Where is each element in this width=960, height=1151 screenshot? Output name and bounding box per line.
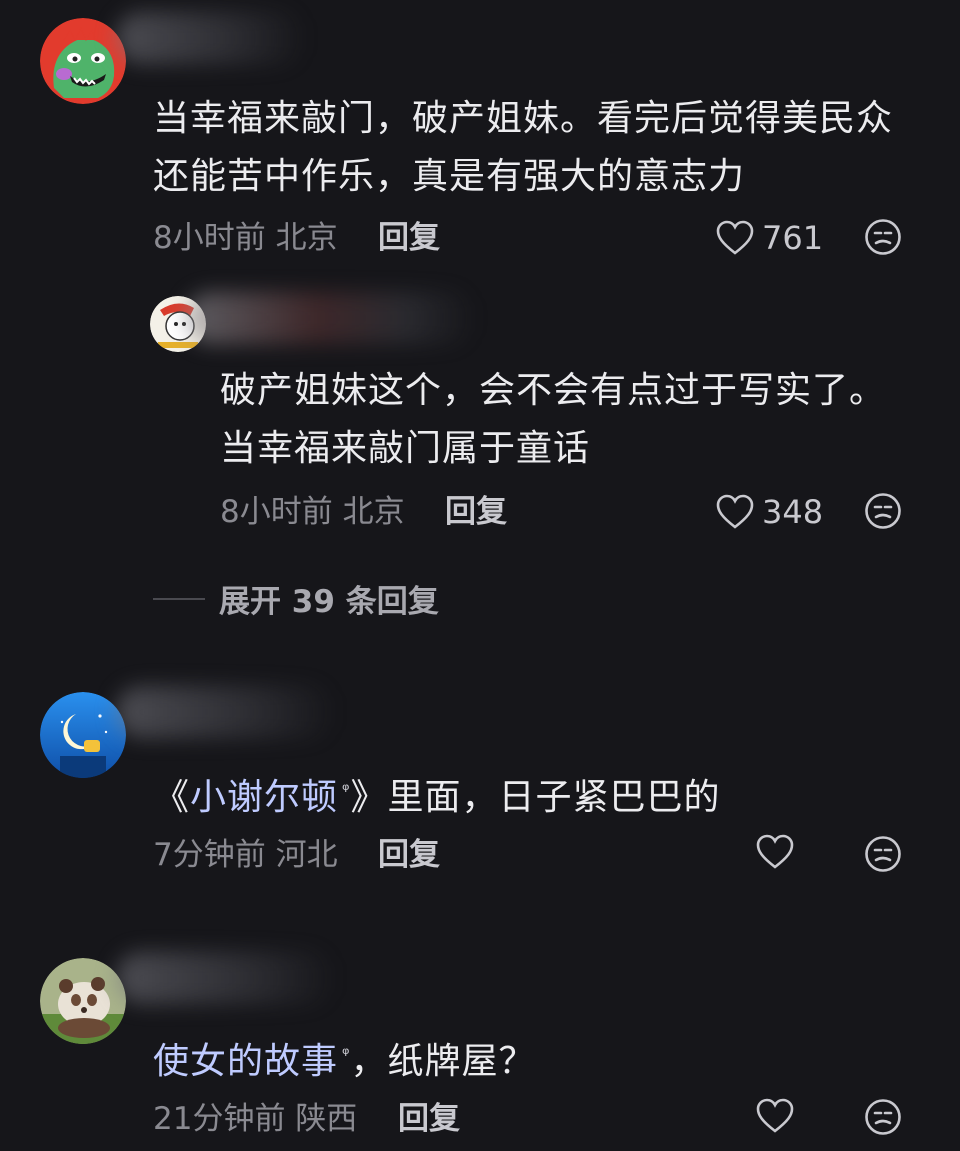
comment-text: 《小谢尔顿 ᵠ》里面，日子紧巴巴的	[153, 762, 933, 827]
username-blurred[interactable]	[186, 292, 476, 344]
reply-button[interactable]: 回复	[445, 492, 507, 532]
search-link[interactable]: 使女的故事	[153, 1041, 338, 1082]
moon-avatar-icon	[40, 692, 126, 778]
comment-time: 8小时前	[220, 494, 333, 530]
comment-time: 8小时前	[153, 220, 266, 256]
comment-text-suffix: 》里面，日子紧巴巴的	[350, 777, 721, 818]
reply-button[interactable]: 回复	[378, 835, 440, 875]
expand-replies-label: 展开 39 条回复	[219, 584, 439, 620]
like-button[interactable]	[756, 1098, 794, 1134]
comment-text-suffix: ，纸牌屋？	[350, 1041, 536, 1082]
search-icon[interactable]: ᵠ	[342, 780, 350, 801]
comment-text-line: 当幸福来敲门属于童话	[220, 428, 591, 469]
panda-avatar-icon	[40, 958, 126, 1044]
comment-text-line: 还能苦中作乐，真是有强大的意志力	[153, 156, 746, 197]
comment-time: 21分钟前	[153, 1101, 286, 1137]
comment-meta: 8小时前 北京	[153, 218, 338, 258]
meh-face-icon	[865, 1099, 901, 1135]
dislike-button[interactable]	[864, 218, 902, 256]
avatar[interactable]	[40, 958, 126, 1044]
expand-replies-button[interactable]: 展开 39 条回复	[153, 576, 439, 621]
reply-button[interactable]: 回复	[378, 218, 440, 258]
like-count: 761	[762, 219, 824, 257]
search-icon[interactable]: ᵠ	[342, 1044, 350, 1065]
comment-meta: 21分钟前 陕西	[153, 1099, 357, 1139]
heart-icon	[716, 220, 754, 255]
meh-face-icon	[865, 493, 901, 529]
like-button[interactable]: 761	[716, 218, 823, 258]
dislike-button[interactable]	[864, 492, 902, 530]
reply-button[interactable]: 回复	[398, 1099, 460, 1139]
search-link[interactable]: 小谢尔顿	[190, 777, 338, 818]
comment-meta: 7分钟前 河北	[153, 835, 338, 875]
comment-text: 当幸福来敲门，破产姐妹。看完后觉得美民众 还能苦中作乐，真是有强大的意志力	[153, 90, 933, 206]
username-blurred[interactable]	[116, 686, 336, 738]
dislike-button[interactable]	[864, 1098, 902, 1136]
like-button[interactable]: 348	[716, 492, 823, 532]
comment-text-line: 当幸福来敲门，破产姐妹。看完后觉得美民众	[153, 98, 894, 139]
avatar[interactable]	[40, 692, 126, 778]
divider-line	[153, 597, 205, 600]
username-blurred[interactable]	[116, 12, 306, 64]
comment-text: 破产姐妹这个，会不会有点过于写实了。 当幸福来敲门属于童话	[220, 362, 940, 478]
heart-icon	[756, 834, 794, 869]
dinosaur-avatar-icon	[40, 18, 126, 104]
avatar[interactable]	[40, 18, 126, 104]
comment-location: 北京	[275, 220, 338, 256]
meh-face-icon	[865, 836, 901, 872]
comment-location: 陕西	[295, 1101, 358, 1137]
like-button[interactable]	[756, 834, 794, 870]
comment-time: 7分钟前	[153, 837, 266, 873]
comment-location: 河北	[275, 837, 338, 873]
comment-text: 使女的故事 ᵠ，纸牌屋？	[153, 1026, 933, 1091]
comment-meta: 8小时前 北京	[220, 492, 405, 532]
heart-icon	[756, 1098, 794, 1133]
comment-text-line: 破产姐妹这个，会不会有点过于写实了。	[220, 370, 887, 411]
comment-location: 北京	[342, 494, 405, 530]
meh-face-icon	[865, 219, 901, 255]
username-blurred[interactable]	[116, 952, 336, 1004]
heart-icon	[716, 494, 754, 529]
dislike-button[interactable]	[864, 835, 902, 873]
like-count: 348	[762, 493, 824, 531]
comment-text-prefix: 《	[153, 777, 191, 818]
